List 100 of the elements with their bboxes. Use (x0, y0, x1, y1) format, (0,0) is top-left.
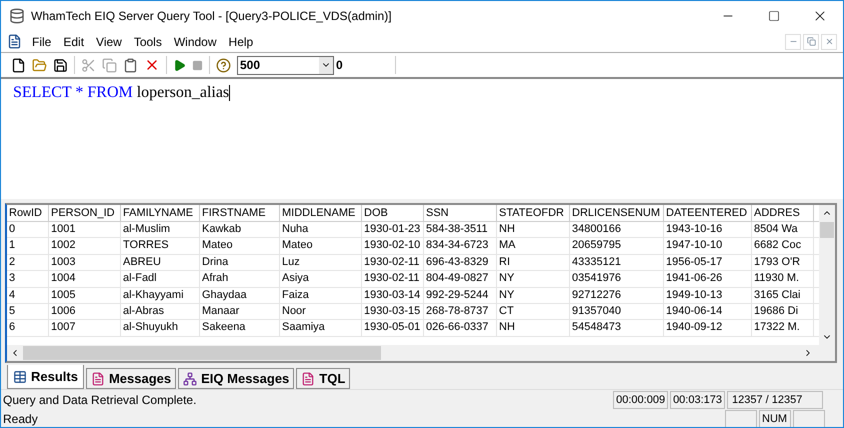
table-cell: RI (497, 254, 570, 270)
maximize-icon[interactable] (768, 10, 780, 22)
restore-icon[interactable] (803, 34, 819, 50)
table-cell: 1941-06-26 (664, 271, 752, 287)
table-cell: 1793 O'R (752, 254, 814, 270)
table-cell: 0 (7, 222, 49, 238)
save-icon[interactable] (53, 58, 68, 72)
key-indicator: NUM (759, 410, 791, 427)
table-cell: al-Abras (121, 304, 200, 320)
run-icon[interactable] (173, 58, 186, 72)
help-icon[interactable] (216, 58, 231, 72)
column-header[interactable]: SSN (424, 205, 497, 221)
table-cell: 11930 M. (752, 271, 814, 287)
column-header[interactable]: PERSON_ID (49, 205, 121, 221)
table-cell: al-Shuyukh (121, 320, 200, 336)
row-count-field[interactable]: 0 (336, 56, 396, 74)
table-cell: 91357040 (570, 304, 664, 320)
table-cell: 1947-10-10 (664, 238, 752, 254)
horizontal-scrollbar[interactable] (7, 345, 835, 361)
table-cell: TORRES (121, 238, 200, 254)
status-panel (793, 410, 825, 427)
table-cell: Drina (200, 254, 280, 270)
column-header[interactable]: DRLICENSENUM (570, 205, 664, 221)
table-cell: 1004 (49, 271, 121, 287)
query-editor[interactable]: SELECT * FROM loperson_alias (1, 77, 843, 199)
scroll-thumb[interactable] (820, 222, 834, 238)
document-icon (90, 372, 105, 386)
table-cell: 026-66-0337 (424, 320, 497, 336)
table-cell: 43335121 (570, 254, 664, 270)
menu-item[interactable]: Tools (128, 32, 168, 50)
table-cell: 20659795 (570, 238, 664, 254)
table-cell: 992-29-5244 (424, 288, 497, 303)
tab[interactable]: TQL (296, 368, 350, 389)
table-cell: 696-43-8329 (424, 254, 497, 270)
table-cell: Asiya (280, 271, 362, 287)
status-message: Query and Data Retrieval Complete. (2, 392, 198, 408)
open-folder-icon[interactable] (32, 58, 47, 72)
menu-item[interactable]: File (26, 32, 58, 50)
new-file-icon[interactable] (11, 58, 26, 72)
table-cell: NY (497, 271, 570, 287)
timer-text: 00:03:173 (670, 390, 725, 408)
table-cell: 1930-02-11 (362, 271, 424, 287)
column-header[interactable]: STATEOFDR (497, 205, 570, 221)
table-cell: Faiza (280, 288, 362, 303)
table-cell: 1930-05-01 (362, 320, 424, 336)
column-header[interactable]: RowID (7, 205, 49, 221)
tab[interactable]: Results (7, 365, 84, 389)
table-cell: 3 (7, 271, 49, 287)
table-cell: NY (497, 288, 570, 303)
menu-item[interactable]: Edit (57, 32, 90, 50)
table-cell: 1003 (49, 254, 121, 270)
menu-item[interactable]: Window (168, 32, 223, 50)
timer-text: 00:00:009 (613, 390, 668, 408)
tab[interactable]: EIQ Messages (178, 368, 294, 389)
table-cell: 834-34-6723 (424, 238, 497, 254)
table-cell: Sakeena (200, 320, 280, 336)
table-cell: al-Khayyami (121, 288, 200, 303)
paste-icon[interactable] (123, 58, 138, 72)
table-cell: 1930-01-23 (362, 222, 424, 238)
status-text: Ready (2, 411, 39, 427)
row-limit-dropdown[interactable]: 500 (237, 56, 334, 74)
table-cell: 1940-06-14 (664, 304, 752, 320)
table-cell: 1949-10-13 (664, 288, 752, 303)
column-header[interactable]: ADDRES (752, 205, 814, 221)
table-cell: 3165 Clai (752, 288, 814, 303)
table-cell: 5 (7, 304, 49, 320)
table-cell: 2 (7, 254, 49, 270)
table-cell: 1930-02-11 (362, 254, 424, 270)
table-cell: 1956-05-17 (664, 254, 752, 270)
menu-item[interactable]: Help (222, 32, 260, 50)
tab[interactable]: Messages (86, 368, 176, 389)
column-header[interactable]: DOB (362, 205, 424, 221)
table-cell: 1002 (49, 238, 121, 254)
table-cell: al-Fadl (121, 271, 200, 287)
table-cell: Ghaydaa (200, 288, 280, 303)
table-cell: 1001 (49, 222, 121, 238)
table-cell: NH (497, 222, 570, 238)
status-panel (725, 410, 757, 427)
vertical-scrollbar[interactable] (819, 205, 835, 345)
table-cell: Saamiya (280, 320, 362, 336)
column-header[interactable]: MIDDLENAME (280, 205, 362, 221)
table-cell: 1943-10-16 (664, 222, 752, 238)
column-header[interactable]: FIRSTNAME (200, 205, 280, 221)
table-cell: al-Muslim (121, 222, 200, 238)
table-cell: 4 (7, 288, 49, 303)
table-cell: 1930-02-10 (362, 238, 424, 254)
table-cell: 03541976 (570, 271, 664, 287)
table-cell: 1 (7, 238, 49, 254)
table-cell: 1930-03-14 (362, 288, 424, 303)
scroll-thumb[interactable] (23, 346, 381, 360)
table-cell: 8504 Wa (752, 222, 814, 238)
column-header[interactable]: DATEENTERED (664, 205, 752, 221)
table-cell: 584-38-3511 (424, 222, 497, 238)
menu-item[interactable]: View (90, 32, 128, 50)
network-icon (183, 372, 198, 386)
table-cell: 1007 (49, 320, 121, 336)
table-cell: Mateo (200, 238, 280, 254)
column-header[interactable]: FAMILYNAME (121, 205, 200, 221)
app-icon (9, 8, 25, 24)
table-cell: 1940-09-12 (664, 320, 752, 336)
